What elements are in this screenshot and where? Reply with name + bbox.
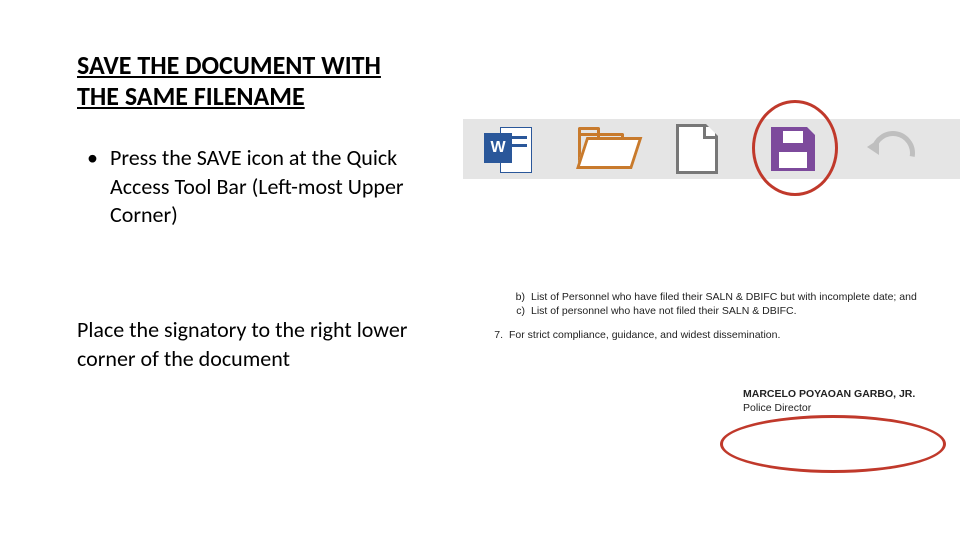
- bullet-dot: •: [87, 144, 105, 173]
- signatory-title: Police Director: [743, 401, 953, 415]
- word-badge: W: [484, 133, 512, 163]
- undo-icon: [865, 127, 913, 171]
- highlight-ring-signatory: [720, 415, 946, 473]
- list-label-c: c): [503, 304, 531, 318]
- instruction-paragraph: Place the signatory to the right lower c…: [77, 316, 437, 373]
- save-button[interactable]: [745, 119, 841, 179]
- word-app-icon[interactable]: W: [463, 119, 553, 179]
- new-document-button[interactable]: [649, 119, 745, 179]
- slide-title: SAVE THE DOCUMENT WITH THE SAME FILENAME: [77, 50, 407, 112]
- list-text-7: For strict compliance, guidance, and wid…: [509, 328, 953, 342]
- save-icon: [771, 127, 815, 171]
- list-label-b: b): [503, 290, 531, 304]
- open-button[interactable]: [553, 119, 649, 179]
- document-excerpt: b) List of Personnel who have filed thei…: [463, 290, 953, 415]
- list-text-c: List of personnel who have not filed the…: [531, 304, 953, 318]
- undo-button[interactable]: [841, 119, 937, 179]
- signatory-block: MARCELO POYAOAN GARBO, JR. Police Direct…: [743, 387, 953, 415]
- bullet-text: Press the SAVE icon at the Quick Access …: [110, 144, 420, 230]
- list-label-7: 7.: [463, 328, 509, 342]
- signatory-name: MARCELO POYAOAN GARBO, JR.: [743, 387, 953, 401]
- folder-open-icon: [576, 129, 626, 169]
- quick-access-toolbar: W: [463, 119, 960, 179]
- list-text-b: List of Personnel who have filed their S…: [531, 290, 953, 304]
- bullet-item-1: • Press the SAVE icon at the Quick Acces…: [87, 144, 427, 230]
- new-document-icon: [676, 124, 718, 174]
